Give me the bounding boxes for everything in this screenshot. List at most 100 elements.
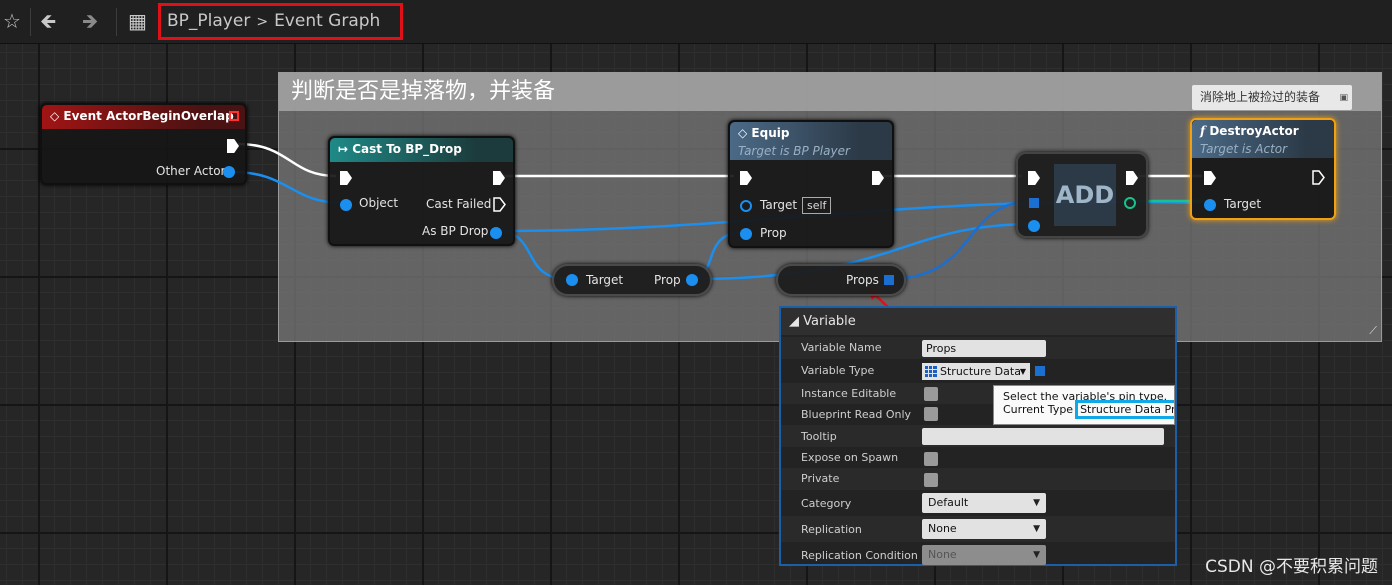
equip-node[interactable]: ◇ Equip Target is BP Player Target self … — [728, 120, 894, 248]
row-private: Private — [781, 468, 1175, 490]
row-variable-name: Variable Name Props — [781, 337, 1175, 359]
label-replication: Replication — [801, 523, 862, 536]
pin-label-other-actor: Other Actor — [156, 164, 226, 178]
exec-out-pin[interactable] — [1312, 170, 1325, 185]
pin-label-prop: Prop — [760, 226, 787, 240]
comment-bubble-text: 消除地上被捡过的装备 — [1200, 90, 1321, 104]
exec-in-pin[interactable] — [740, 171, 752, 185]
row-category: Category Default — [781, 490, 1175, 516]
exec-in-pin[interactable] — [1204, 171, 1216, 185]
array-wire — [887, 199, 1035, 281]
array-add-node[interactable]: ADD — [1016, 152, 1148, 238]
node-header: ◇ Event ActorBeginOverlap — [42, 105, 245, 129]
event-diamond-icon: ◇ — [738, 126, 752, 140]
label-blueprint-read-only: Blueprint Read Only — [801, 408, 912, 421]
cast-to-bp-drop-node[interactable]: ↦ Cast To BP_Drop Object Cast Failed As … — [328, 136, 515, 246]
destroy-actor-node[interactable]: f DestroyActor Target is Actor Target — [1190, 118, 1336, 220]
label-expose-on-spawn: Expose on Spawn — [801, 451, 899, 464]
variable-type-value: Structure Data — [940, 365, 1021, 378]
pin-label-prop: Prop — [654, 273, 681, 287]
row-replication: Replication None — [781, 516, 1175, 542]
prop-out-pin[interactable] — [686, 274, 698, 286]
node-header: ◇ Equip Target is BP Player — [730, 122, 892, 160]
row-replication-condition: Replication Condition None — [781, 542, 1175, 566]
label-replication-condition: Replication Condition — [801, 549, 918, 562]
add-label: ADD — [1054, 164, 1116, 226]
pin-label-props: Props — [846, 273, 879, 287]
node-header: f DestroyActor Target is Actor — [1192, 120, 1334, 158]
node-comment-bubble: 消除地上被捡过的装备 ▣ — [1192, 85, 1352, 110]
as-bp-drop-pin[interactable] — [490, 227, 502, 239]
replication-combo[interactable]: None — [922, 519, 1046, 539]
variable-name-field[interactable]: Props — [922, 340, 1046, 357]
exec-out-pin[interactable] — [493, 171, 505, 185]
exec-out-pin[interactable] — [227, 139, 239, 153]
struct-grid-icon — [925, 366, 937, 377]
label-tooltip: Tooltip — [801, 430, 837, 443]
cast-arrow-icon: ↦ — [338, 142, 353, 156]
object-pin[interactable] — [340, 199, 352, 211]
label-variable-name: Variable Name — [801, 341, 882, 354]
blueprint-read-only-checkbox[interactable] — [924, 407, 938, 421]
target-array-pin[interactable] — [1029, 198, 1039, 208]
pin-label-target: Target — [1224, 197, 1262, 211]
container-type-icon[interactable] — [1035, 366, 1045, 376]
exec-in-pin[interactable] — [340, 171, 352, 185]
prop-pin[interactable] — [740, 228, 752, 240]
watermark: CSDN @不要积累问题 — [1205, 557, 1378, 577]
replication-condition-combo: None — [922, 545, 1046, 565]
pin-label-as-bp-drop: As BP Drop — [422, 224, 489, 238]
variable-type-tooltip: Select the variable's pin type. Current … — [993, 385, 1175, 425]
category-combo[interactable]: Default — [922, 493, 1046, 513]
event-actor-begin-overlap-node[interactable]: ◇ Event ActorBeginOverlap Other Actor — [40, 103, 247, 185]
category-title: Variable — [803, 314, 856, 329]
private-checkbox[interactable] — [924, 473, 938, 487]
target-pin[interactable] — [1204, 199, 1216, 211]
node-title: DestroyActor — [1209, 124, 1299, 138]
node-title: Event ActorBeginOverlap — [63, 109, 234, 123]
props-variable-node[interactable]: Props — [776, 264, 906, 296]
row-tooltip: Tooltip — [781, 425, 1175, 447]
delegate-pin-icon[interactable] — [229, 111, 239, 121]
row-variable-type: Variable Type Structure Data — [781, 360, 1175, 382]
node-subtitle: Target is BP Player — [738, 144, 850, 158]
tooltip-current-type-value: Structure Data Prop — [1075, 400, 1174, 419]
instance-editable-checkbox[interactable] — [924, 387, 938, 401]
expose-on-spawn-checkbox[interactable] — [924, 452, 938, 466]
new-item-pin[interactable] — [1028, 220, 1040, 232]
node-subtitle: Target is Actor — [1200, 142, 1288, 156]
pin-label-cast-failed: Cast Failed — [426, 197, 492, 211]
cast-failed-exec-pin[interactable] — [493, 197, 506, 212]
tooltip-current-type-label: Current Type — [1003, 403, 1074, 416]
variable-type-combo[interactable]: Structure Data — [922, 363, 1030, 380]
exec-out-pin[interactable] — [872, 171, 884, 185]
props-array-pin[interactable] — [884, 275, 894, 285]
other-actor-pin[interactable] — [223, 166, 235, 178]
row-expose-on-spawn: Expose on Spawn — [781, 447, 1175, 468]
exec-wire — [237, 142, 337, 178]
event-diamond-icon: ◇ — [50, 109, 64, 123]
pin-comment-icon[interactable]: ▣ — [1339, 86, 1348, 111]
label-variable-type: Variable Type — [801, 364, 875, 377]
label-instance-editable: Instance Editable — [801, 387, 897, 400]
target-pin[interactable] — [740, 200, 752, 212]
exec-out-pin[interactable] — [1126, 171, 1138, 185]
target-pin[interactable] — [566, 274, 578, 286]
label-private: Private — [801, 472, 840, 485]
variable-details-panel: ◢ Variable Variable Name Props Variable … — [779, 306, 1177, 566]
label-category: Category — [801, 497, 852, 510]
get-prop-node[interactable]: Target Prop — [552, 264, 712, 296]
collapse-triangle-icon[interactable]: ◢ — [789, 314, 803, 329]
category-header[interactable]: ◢ Variable — [781, 308, 1175, 335]
pin-label-target: Target — [760, 198, 798, 212]
node-title: Equip — [751, 126, 790, 140]
function-icon: f — [1200, 124, 1210, 138]
node-title: Cast To BP_Drop — [352, 142, 462, 156]
pin-label-target: Target — [586, 273, 624, 287]
self-default-value: self — [802, 197, 832, 214]
tooltip-field[interactable] — [922, 428, 1164, 445]
exec-in-pin[interactable] — [1028, 171, 1040, 185]
node-header: ↦ Cast To BP_Drop — [330, 138, 513, 162]
index-out-pin[interactable] — [1124, 197, 1136, 209]
pin-label-object: Object — [359, 196, 399, 210]
